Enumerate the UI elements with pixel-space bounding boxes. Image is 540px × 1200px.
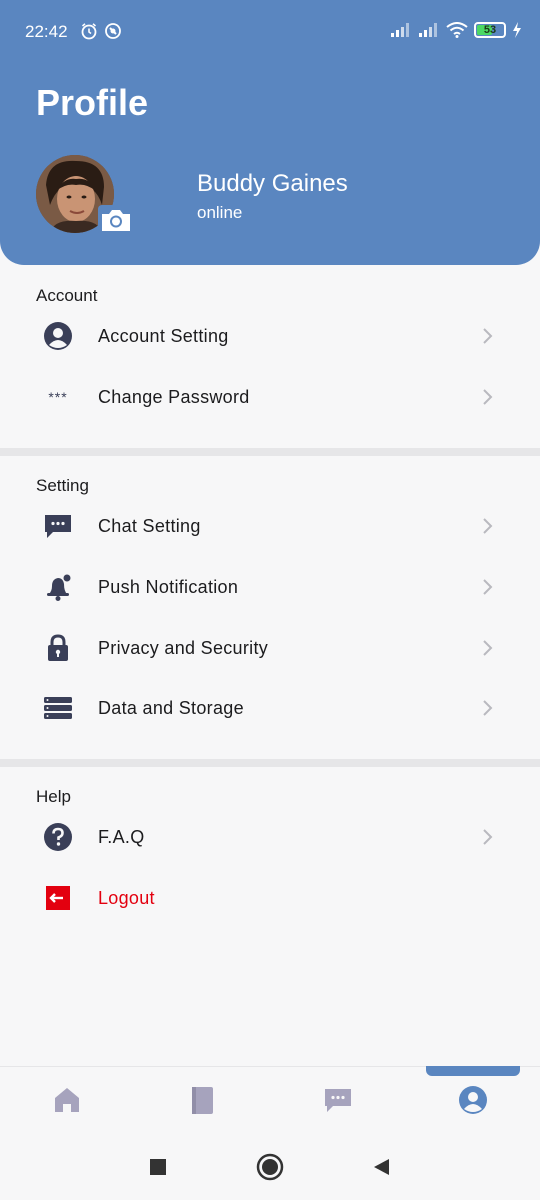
chat-bubble-icon — [45, 515, 71, 538]
status-bar: 22:42 53 — [0, 0, 540, 64]
nav-chat[interactable] — [322, 1084, 354, 1116]
menu-label: F.A.Q — [98, 826, 145, 847]
menu-item-logout[interactable]: Logout — [0, 870, 540, 926]
triangle-back-icon — [374, 1159, 389, 1175]
section-title-account: Account — [36, 286, 98, 305]
bell-icon — [47, 574, 71, 601]
menu-label: Push Notification — [98, 576, 239, 597]
section-divider — [0, 448, 540, 456]
profile-icon — [459, 1086, 487, 1114]
section-title-help: Help — [36, 787, 71, 806]
menu-item-change-password[interactable]: *** Change Password — [0, 369, 540, 425]
logout-icon — [46, 886, 70, 910]
chevron-right-icon — [483, 700, 493, 716]
chevron-right-icon — [483, 389, 493, 405]
status-time: 22:42 — [25, 22, 68, 41]
question-icon — [44, 823, 72, 851]
wifi-icon — [446, 22, 468, 38]
avatar-container[interactable] — [36, 155, 136, 235]
chevron-right-icon — [483, 518, 493, 534]
user-status: online — [197, 203, 243, 222]
alarm-icon — [81, 23, 97, 40]
home-button[interactable] — [255, 1152, 285, 1182]
active-tab-indicator — [426, 1066, 520, 1076]
circle-icon — [256, 1153, 284, 1181]
chat-icon — [325, 1089, 351, 1112]
square-icon — [150, 1159, 166, 1175]
signal-icon-2 — [419, 23, 437, 37]
chevron-right-icon — [483, 579, 493, 595]
sync-icon — [105, 23, 121, 39]
asterisks-icon: *** — [48, 389, 68, 405]
nav-home[interactable] — [51, 1084, 83, 1116]
menu-item-chat-setting[interactable]: Chat Setting — [0, 498, 540, 554]
charging-icon — [513, 22, 521, 38]
user-name: Buddy Gaines — [197, 170, 348, 197]
menu-item-faq[interactable]: F.A.Q — [0, 809, 540, 865]
book-icon — [192, 1087, 213, 1114]
menu-item-privacy-security[interactable]: Privacy and Security — [0, 620, 540, 676]
camera-icon[interactable] — [98, 205, 134, 235]
menu-label: Chat Setting — [98, 515, 201, 536]
nav-profile[interactable] — [457, 1084, 489, 1116]
chevron-right-icon — [483, 640, 493, 656]
lock-icon — [48, 634, 68, 661]
menu-label: Data and Storage — [98, 697, 244, 718]
menu-label: Change Password — [98, 386, 250, 407]
menu-item-push-notification[interactable]: Push Notification — [0, 559, 540, 615]
battery-indicator: 53 — [474, 22, 506, 38]
menu-item-account-setting[interactable]: Account Setting — [0, 308, 540, 364]
user-circle-icon — [44, 322, 72, 350]
chevron-right-icon — [483, 829, 493, 845]
recents-button[interactable] — [143, 1152, 173, 1182]
menu-label: Privacy and Security — [98, 637, 269, 658]
menu-item-data-storage[interactable]: Data and Storage — [0, 680, 540, 736]
signal-icon — [391, 23, 409, 37]
logout-label: Logout — [98, 887, 155, 908]
section-divider — [0, 759, 540, 767]
nav-library[interactable] — [186, 1084, 218, 1116]
page-title: Profile — [36, 82, 149, 123]
section-title-setting: Setting — [36, 476, 89, 495]
storage-icon — [44, 697, 72, 719]
home-icon — [55, 1088, 79, 1112]
chevron-right-icon — [483, 328, 493, 344]
menu-label: Account Setting — [98, 325, 229, 346]
back-button[interactable] — [366, 1152, 396, 1182]
profile-header: 22:42 53 Profile Buddy Gaines online — [0, 0, 540, 265]
